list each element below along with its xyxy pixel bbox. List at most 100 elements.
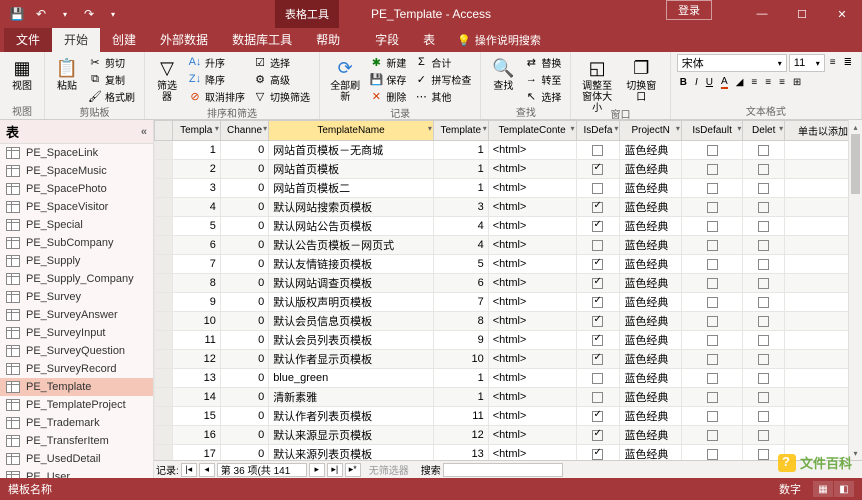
filter-dropdown-icon[interactable]: ▾ xyxy=(263,124,267,133)
checkbox[interactable] xyxy=(707,449,718,460)
login-button[interactable]: 登录 xyxy=(666,0,712,20)
sort-asc-button[interactable]: A↓升序 xyxy=(185,54,248,70)
column-header[interactable]: Channe▾ xyxy=(220,121,268,141)
nav-item-PE_SpacePhoto[interactable]: PE_SpacePhoto xyxy=(0,180,153,198)
checkbox[interactable] xyxy=(758,411,769,422)
checkbox[interactable] xyxy=(592,240,603,251)
row-selector[interactable] xyxy=(155,407,173,426)
table-row[interactable]: 140清新素雅1<html>蓝色经典 xyxy=(155,388,862,407)
select-button[interactable]: ↖选择 xyxy=(521,88,564,104)
column-header[interactable]: IsDefault▾ xyxy=(681,121,742,141)
checkbox[interactable] xyxy=(592,335,603,346)
row-selector[interactable] xyxy=(155,274,173,293)
checkbox[interactable] xyxy=(758,373,769,384)
nav-item-PE_SurveyAnswer[interactable]: PE_SurveyAnswer xyxy=(0,306,153,324)
next-record-button[interactable]: ▸ xyxy=(309,463,325,477)
last-record-button[interactable]: ▸| xyxy=(327,463,343,477)
checkbox[interactable] xyxy=(707,202,718,213)
checkbox[interactable] xyxy=(592,278,603,289)
checkbox[interactable] xyxy=(707,354,718,365)
more-button[interactable]: ⋯其他 xyxy=(411,88,474,104)
align-center-button[interactable]: ≡ xyxy=(762,74,774,90)
fill-color-button[interactable]: ◢ xyxy=(733,74,747,90)
checkbox[interactable] xyxy=(592,164,603,175)
nav-item-PE_User[interactable]: PE_User xyxy=(0,468,153,478)
gridlines-button[interactable]: ⊞ xyxy=(790,74,804,90)
table-row[interactable]: 120默认作者显示页模板10<html>蓝色经典 xyxy=(155,350,862,369)
spelling-button[interactable]: ✓拼写检查 xyxy=(411,71,474,87)
checkbox[interactable] xyxy=(758,240,769,251)
table-row[interactable]: 80默认网站调查页模板6<html>蓝色经典 xyxy=(155,274,862,293)
row-selector[interactable] xyxy=(155,198,173,217)
column-header[interactable]: IsDefa▾ xyxy=(576,121,620,141)
row-selector[interactable] xyxy=(155,141,173,160)
checkbox[interactable] xyxy=(707,392,718,403)
filter-dropdown-icon[interactable]: ▾ xyxy=(571,124,575,133)
table-row[interactable]: 60默认公告页模板－网页式4<html>蓝色经典 xyxy=(155,236,862,255)
row-selector[interactable] xyxy=(155,331,173,350)
table-row[interactable]: 110默认会员列表页模板9<html>蓝色经典 xyxy=(155,331,862,350)
checkbox[interactable] xyxy=(592,373,603,384)
qat-dropdown-icon[interactable]: ▾ xyxy=(54,3,76,25)
prev-record-button[interactable]: ◂ xyxy=(199,463,215,477)
checkbox[interactable] xyxy=(707,240,718,251)
checkbox[interactable] xyxy=(758,259,769,270)
totals-button[interactable]: Σ合计 xyxy=(411,54,474,70)
row-selector[interactable] xyxy=(155,236,173,255)
filter-dropdown-icon[interactable]: ▾ xyxy=(428,124,432,133)
checkbox[interactable] xyxy=(592,316,603,327)
italic-button[interactable]: I xyxy=(692,74,701,90)
nav-item-PE_TemplateProject[interactable]: PE_TemplateProject xyxy=(0,396,153,414)
tab-help[interactable]: 帮助 xyxy=(304,27,352,52)
data-grid[interactable]: Templa▾Channe▾TemplateName▾Template▾Temp… xyxy=(154,120,862,460)
bullets-button[interactable]: ≡ xyxy=(827,54,839,70)
copy-button[interactable]: ⧉复制 xyxy=(85,71,138,87)
row-selector[interactable] xyxy=(155,350,173,369)
nav-item-PE_Supply[interactable]: PE_Supply xyxy=(0,252,153,270)
view-button[interactable]: ▦ 视图 xyxy=(6,54,38,94)
find-button[interactable]: 🔍 查找 xyxy=(487,54,519,94)
refresh-button[interactable]: ⟳ 全部刷新 xyxy=(326,54,364,105)
column-header[interactable]: Delet▾ xyxy=(743,121,785,141)
nav-item-PE_SpaceVisitor[interactable]: PE_SpaceVisitor xyxy=(0,198,153,216)
checkbox[interactable] xyxy=(758,297,769,308)
row-selector[interactable] xyxy=(155,388,173,407)
grid-scrollbar[interactable]: ▴ ▾ xyxy=(848,120,862,460)
checkbox[interactable] xyxy=(758,354,769,365)
checkbox[interactable] xyxy=(592,430,603,441)
toggle-filter-button[interactable]: ▽切换筛选 xyxy=(250,88,313,104)
table-row[interactable]: 150默认作者列表页模板11<html>蓝色经典 xyxy=(155,407,862,426)
table-row[interactable]: 20网站首页模板1<html>蓝色经典 xyxy=(155,160,862,179)
checkbox[interactable] xyxy=(707,278,718,289)
filter-dropdown-icon[interactable]: ▾ xyxy=(614,124,618,133)
checkbox[interactable] xyxy=(592,449,603,460)
table-row[interactable]: 90默认版权声明页模板7<html>蓝色经典 xyxy=(155,293,862,312)
checkbox[interactable] xyxy=(758,449,769,460)
checkbox[interactable] xyxy=(707,411,718,422)
search-input[interactable] xyxy=(443,463,563,477)
new-record-nav-button[interactable]: ▸* xyxy=(345,463,361,477)
replace-button[interactable]: ⇄替换 xyxy=(521,54,564,70)
checkbox[interactable] xyxy=(707,145,718,156)
filter-dropdown-icon[interactable]: ▾ xyxy=(737,124,741,133)
column-header[interactable]: ProjectN▾ xyxy=(620,121,681,141)
checkbox[interactable] xyxy=(707,183,718,194)
font-color-button[interactable]: A xyxy=(718,74,731,90)
tab-table[interactable]: 表 xyxy=(411,27,447,52)
select-all-cell[interactable] xyxy=(155,121,173,141)
column-header[interactable]: TemplateName▾ xyxy=(269,121,434,141)
nav-item-PE_Survey[interactable]: PE_Survey xyxy=(0,288,153,306)
scroll-down-icon[interactable]: ▾ xyxy=(849,446,862,460)
tab-home[interactable]: 开始 xyxy=(52,27,100,52)
underline-button[interactable]: U xyxy=(703,74,716,90)
checkbox[interactable] xyxy=(758,430,769,441)
nav-item-PE_Supply_Company[interactable]: PE_Supply_Company xyxy=(0,270,153,288)
nav-item-PE_SurveyQuestion[interactable]: PE_SurveyQuestion xyxy=(0,342,153,360)
checkbox[interactable] xyxy=(707,430,718,441)
row-selector[interactable] xyxy=(155,255,173,274)
checkbox[interactable] xyxy=(707,335,718,346)
filter-button[interactable]: ▽ 筛选器 xyxy=(151,54,183,105)
nav-item-PE_Template[interactable]: PE_Template xyxy=(0,378,153,396)
checkbox[interactable] xyxy=(592,145,603,156)
nav-header[interactable]: 表 « xyxy=(0,120,153,144)
